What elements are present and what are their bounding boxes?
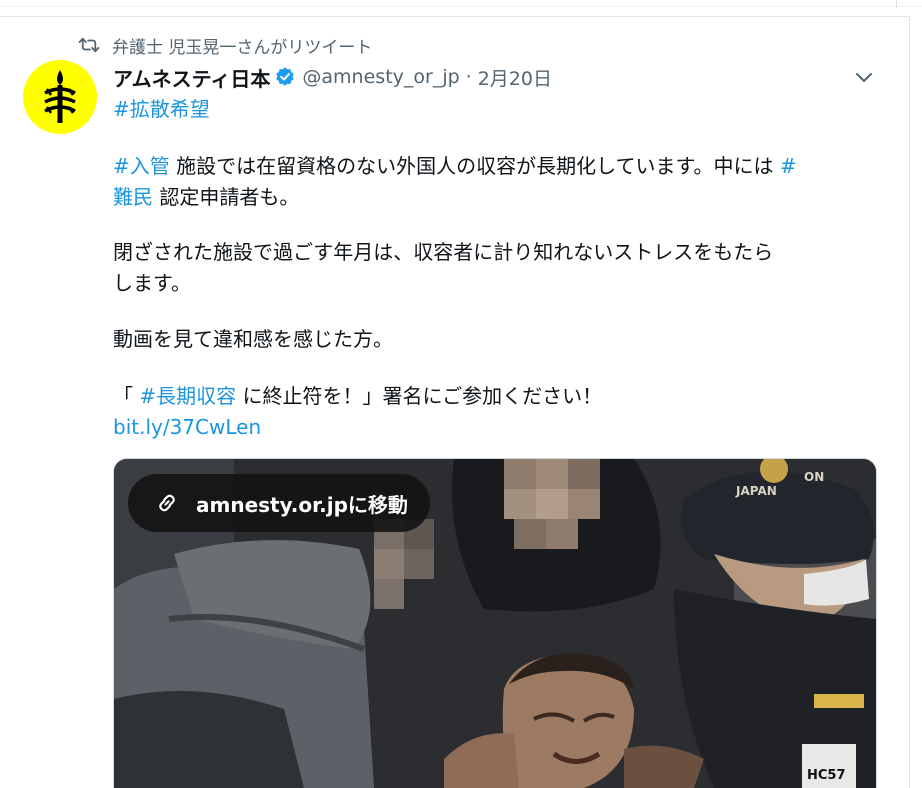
link-icon	[159, 494, 175, 512]
hashtag-nanmin-start[interactable]: #	[780, 154, 797, 178]
tweet-line-3: 難民 認定申請者も。	[113, 182, 299, 213]
media-preview[interactable]: JAPAN ON HC57 amnesty.or.jpに移動	[113, 458, 877, 788]
cap-text-on: ON	[804, 470, 824, 484]
tweet-line-7: 「 #長期収容 に終止符を！」署名にご参加ください！	[113, 381, 602, 412]
hashtag-chokishuyo[interactable]: #長期収容	[139, 384, 236, 408]
short-link[interactable]: bit.ly/37CwLen	[113, 415, 261, 439]
amnesty-candle-logo	[44, 70, 76, 123]
tweet-line-6: 動画を見て違和感を感じた方。	[113, 327, 393, 351]
more-options-button[interactable]	[850, 64, 878, 92]
badge-text: HC57	[807, 768, 846, 783]
retweet-context[interactable]: 弁護士 児玉晃一さんがリツイート	[78, 33, 372, 58]
tweet-line-2: #入管 施設では在留資格のない外国人の収容が長期化しています。中には #	[113, 151, 797, 182]
tweet-line-5: します。	[113, 271, 191, 295]
avatar[interactable]	[23, 60, 97, 134]
open-link-label: amnesty.or.jpに移動	[196, 492, 408, 517]
header-separator: ·	[465, 66, 472, 88]
tweet-text: 施設では在留資格のない外国人の収容が長期化しています。中には	[169, 154, 780, 178]
tweet-line-4: 閉ざされた施設で過ごす年月は、収容者に計り知れないストレスをもたら	[113, 240, 774, 264]
verified-badge-icon	[276, 67, 295, 86]
author-handle[interactable]: @amnesty_or_jp	[302, 66, 459, 88]
cap-text-japan: JAPAN	[735, 484, 777, 498]
tweet-text: に終止符を！」署名にご参加ください！	[236, 384, 603, 408]
hashtag-nyukan[interactable]: #入管	[113, 154, 170, 178]
tweet-header: アムネスティ日本 @amnesty_or_jp · 2月20日	[113, 62, 552, 92]
open-link-button[interactable]: amnesty.or.jpに移動	[128, 474, 430, 532]
hashtag-kakusan[interactable]: #拡散希望	[113, 97, 210, 121]
tweet-text: 「	[113, 384, 140, 408]
hashtag-nanmin[interactable]: 難民	[113, 185, 153, 209]
tweet-date[interactable]: 2月20日	[478, 64, 552, 91]
retweet-icon	[78, 37, 100, 53]
display-name[interactable]: アムネスティ日本	[113, 63, 270, 92]
tweet-text: 認定申請者も。	[153, 185, 300, 209]
retweet-label[interactable]: 弁護士 児玉晃一さんがリツイート	[112, 33, 372, 58]
chevron-down-icon	[856, 73, 872, 82]
tweet-line-1: #拡散希望	[113, 94, 210, 125]
top-divider	[0, 6, 922, 7]
tweet-link-line: bit.ly/37CwLen	[113, 412, 261, 443]
top-tick	[896, 0, 897, 8]
